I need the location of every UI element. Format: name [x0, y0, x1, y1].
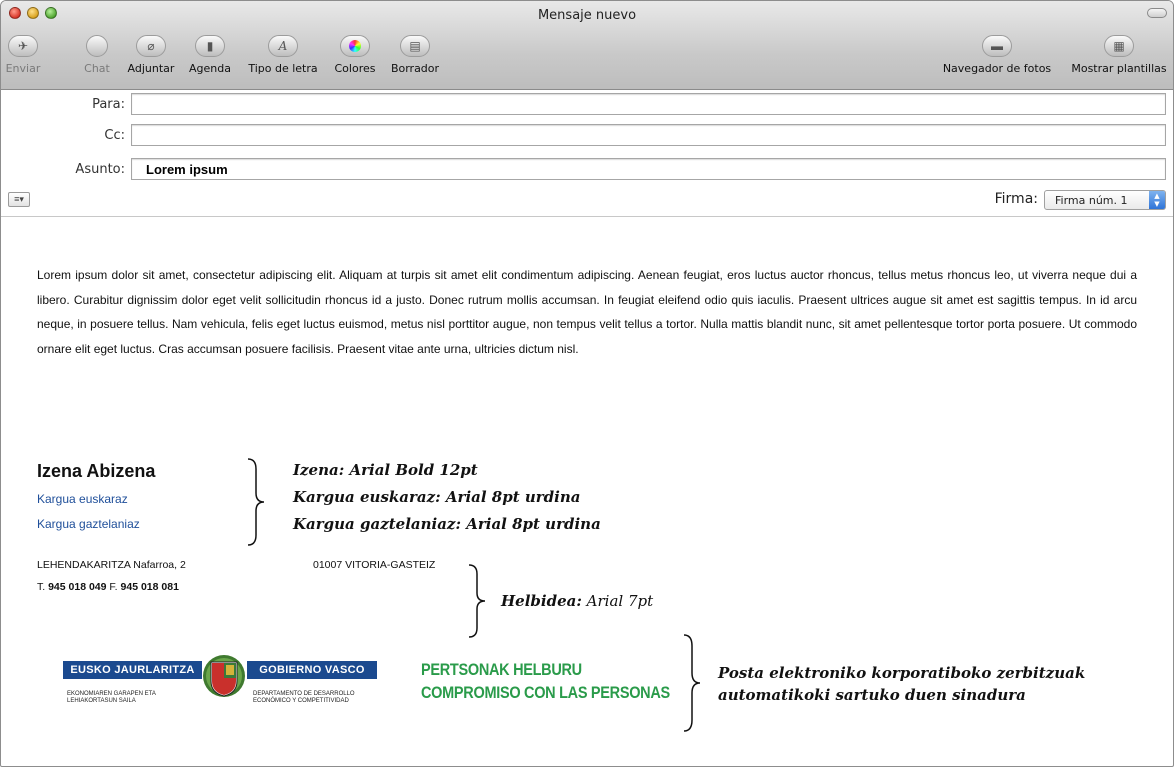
fonts-label: Tipo de letra	[248, 62, 318, 75]
signature-value: Firma núm. 1	[1055, 194, 1128, 207]
brace-icon	[247, 458, 265, 546]
annotation-role-es: Kargua gaztelaniaz: Arial 8pt urdina	[293, 515, 601, 533]
fax-prefix: F.	[109, 581, 118, 593]
fonts-button[interactable]: A Tipo de letra	[243, 35, 323, 75]
message-header: Para: Cc: Asunto: Lorem ipsum ≡▾ Firma: …	[1, 90, 1173, 217]
photo-browser-label: Navegador de fotos	[942, 62, 1052, 75]
phone-number: 945 018 049	[48, 581, 107, 593]
window-title: Mensaje nuevo	[537, 8, 637, 23]
draft-label: Borrador	[390, 62, 440, 75]
annotation-address: Helbidea: Arial 7pt	[501, 588, 653, 615]
chat-button[interactable]: Chat	[77, 35, 117, 75]
brace-icon	[468, 564, 486, 638]
subject-field[interactable]: Lorem ipsum	[131, 158, 1166, 180]
send-button[interactable]: ✈ Enviar	[3, 35, 43, 75]
templates-icon: ▦	[1104, 35, 1134, 57]
brace-icon	[683, 634, 701, 732]
font-icon: A	[268, 35, 298, 57]
chat-icon	[86, 35, 108, 57]
cc-label: Cc:	[104, 128, 125, 143]
address-book-label: Agenda	[189, 62, 231, 75]
header-options-button[interactable]: ≡▾	[8, 192, 30, 207]
annotation-auto-2: automatikoki sartuko duen sinadura	[718, 686, 1026, 704]
annotation-auto-1: Posta elektroniko korporatiboko zerbitzu…	[718, 664, 1086, 682]
slogan-eu: PERTSONAK HELBURU	[421, 661, 582, 680]
paperclip-icon: ⌀	[136, 35, 166, 57]
message-body[interactable]: Lorem ipsum dolor sit amet, consectetur …	[37, 263, 1137, 361]
annotation-role-eu: Kargua euskaraz: Arial 8pt urdina	[293, 488, 581, 506]
dept-es-line2: ECONÓMICO Y COMPETITIVIDAD	[253, 698, 349, 704]
colors-button[interactable]: Colores	[331, 35, 379, 75]
annotation-address-bold: Helbidea:	[501, 592, 582, 610]
eusko-jaurlaritza-logo: EUSKO JAURLARITZA	[63, 661, 202, 679]
annotation-name: Izena: Arial Bold 12pt	[293, 461, 478, 479]
dept-eu-line1: EKONOMIAREN GARAPEN ETA	[67, 691, 156, 697]
annotation-address-plain: Arial 7pt	[581, 592, 654, 610]
subject-row: Asunto: Lorem ipsum	[1, 158, 1173, 182]
signature-label: Firma:	[994, 191, 1038, 207]
to-field[interactable]	[131, 93, 1166, 115]
signature-address: LEHENDAKARITZA Nafarroa, 2	[37, 559, 186, 571]
subject-label: Asunto:	[75, 162, 125, 177]
signature-role-eu: Kargua euskaraz	[37, 492, 128, 506]
dept-es: DEPARTAMENTO DE DESARROLLO ECONÓMICO Y C…	[253, 691, 355, 705]
signature-name: Izena Abizena	[37, 461, 156, 481]
cc-field[interactable]	[131, 124, 1166, 146]
phone-prefix: T.	[37, 581, 46, 593]
signature-phones: T. 945 018 049 F. 945 018 081	[37, 581, 179, 593]
signature-select[interactable]: Firma núm. 1 ▲ ▼	[1044, 190, 1166, 210]
fax-number: 945 018 081	[120, 581, 179, 593]
signature-role-es: Kargua gaztelaniaz	[37, 517, 140, 531]
attach-button[interactable]: ⌀ Adjuntar	[123, 35, 179, 75]
annotation-fields: Izena: Arial Bold 12pt Kargua euskaraz: …	[293, 457, 601, 538]
annotation-auto: Posta elektroniko korporatiboko zerbitzu…	[718, 662, 1085, 706]
send-label: Enviar	[5, 62, 41, 75]
photo-icon: ▬	[982, 35, 1012, 57]
mail-window: Mensaje nuevo ✈ Enviar Chat ⌀ Adjuntar ▮…	[0, 0, 1174, 767]
send-icon: ✈	[8, 35, 38, 57]
toolbar: Mensaje nuevo ✈ Enviar Chat ⌀ Adjuntar ▮…	[1, 1, 1173, 90]
to-label: Para:	[92, 97, 125, 112]
coat-of-arms-icon	[203, 655, 245, 697]
draft-button[interactable]: ▤ Borrador	[387, 35, 443, 75]
show-templates-button[interactable]: ▦ Mostrar plantillas	[1065, 35, 1173, 75]
slogan-es: COMPROMISO CON LAS PERSONAS	[421, 684, 670, 703]
colors-label: Colores	[334, 62, 376, 75]
signature-city: 01007 VITORIA-GASTEIZ	[313, 559, 436, 571]
photo-browser-button[interactable]: ▬ Navegador de fotos	[935, 35, 1059, 75]
color-wheel-icon	[340, 35, 370, 57]
draft-icon: ▤	[400, 35, 430, 57]
show-templates-label: Mostrar plantillas	[1071, 62, 1167, 75]
address-book-icon: ▮	[195, 35, 225, 57]
dept-eu: EKONOMIAREN GARAPEN ETA LEHIAKORTASUN SA…	[67, 691, 156, 705]
toolbar-toggle-button[interactable]	[1147, 8, 1167, 18]
address-book-button[interactable]: ▮ Agenda	[186, 35, 234, 75]
to-row: Para:	[1, 93, 1173, 117]
cc-row: Cc:	[1, 124, 1173, 148]
attach-label: Adjuntar	[127, 62, 175, 75]
dept-eu-line2: LEHIAKORTASUN SAILA	[67, 698, 136, 704]
gobierno-vasco-logo: GOBIERNO VASCO	[247, 661, 377, 679]
dept-es-line1: DEPARTAMENTO DE DESARROLLO	[253, 691, 355, 697]
chat-label: Chat	[84, 62, 110, 75]
updown-arrows-icon: ▲ ▼	[1149, 191, 1165, 209]
